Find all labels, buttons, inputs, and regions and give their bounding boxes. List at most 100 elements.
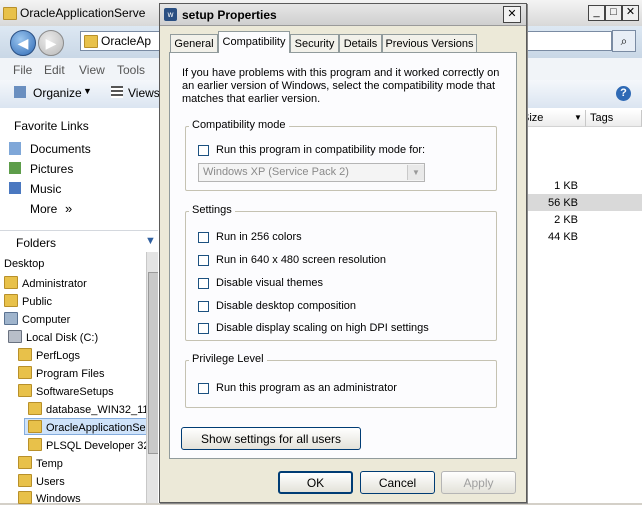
close-icon[interactable]: ✕	[503, 6, 521, 23]
tree-item-users[interactable]: Users	[18, 474, 65, 488]
column-header-tags[interactable]: Tags	[586, 110, 642, 127]
os-version-value: Windows XP (Service Pack 2)	[203, 166, 349, 178]
forward-button[interactable]: ▶	[38, 30, 64, 56]
folder-icon	[18, 366, 32, 379]
properties-dialog: w setup Properties ✕ General Compatibili…	[159, 3, 527, 503]
close-button[interactable]: ✕	[622, 5, 639, 21]
folder-icon	[18, 474, 32, 487]
run-as-admin-label[interactable]: Run this program as an administrator	[216, 382, 397, 394]
disable-desktop-composition-checkbox[interactable]	[198, 301, 209, 312]
tree-item-desktop[interactable]: Desktop	[4, 258, 44, 270]
documents-icon	[9, 142, 21, 155]
folder-icon	[18, 348, 32, 361]
tab-security[interactable]: Security	[290, 34, 339, 52]
favorite-links-header: Favorite Links	[14, 119, 89, 133]
drive-icon	[8, 330, 22, 343]
folder-icon	[3, 7, 17, 20]
compatibility-panel: If you have problems with this program a…	[169, 52, 517, 459]
address-text: OracleAp	[101, 34, 152, 48]
menu-file[interactable]: File	[13, 63, 32, 77]
dialog-title-bar: w setup Properties ✕	[160, 4, 526, 26]
compatibility-mode-label[interactable]: Run this program in compatibility mode f…	[216, 144, 425, 156]
link-documents[interactable]: Documents	[30, 142, 91, 156]
back-button[interactable]: ◀	[10, 30, 36, 56]
tree-item-public[interactable]: Public	[4, 294, 52, 308]
search-icon[interactable]: ⌕	[612, 30, 636, 52]
os-version-select[interactable]: Windows XP (Service Pack 2) ▼	[198, 163, 425, 182]
chevron-down-icon[interactable]: ▼	[145, 235, 156, 247]
settings-title: Settings	[189, 204, 235, 216]
help-icon[interactable]: ?	[616, 86, 631, 101]
explorer-title: OracleApplicationServe	[20, 6, 146, 20]
tree-item-softwaresetups[interactable]: SoftwareSetups	[18, 384, 114, 398]
tab-general[interactable]: General	[170, 34, 218, 52]
run-256-colors-label[interactable]: Run in 256 colors	[216, 231, 302, 243]
cancel-button[interactable]: Cancel	[360, 471, 435, 494]
minimize-button[interactable]: _	[588, 5, 605, 21]
disable-visual-themes-checkbox[interactable]	[198, 278, 209, 289]
file-size: 1 KB	[554, 180, 578, 192]
disable-dpi-scaling-label[interactable]: Disable display scaling on high DPI sett…	[216, 322, 429, 334]
run-640x480-label[interactable]: Run in 640 x 480 screen resolution	[216, 254, 386, 266]
maximize-button[interactable]: □	[605, 5, 622, 21]
views-icon	[111, 86, 123, 98]
search-input[interactable]	[520, 31, 612, 51]
link-more[interactable]: More	[30, 202, 57, 216]
link-pictures[interactable]: Pictures	[30, 162, 73, 176]
menu-tools[interactable]: Tools	[117, 63, 145, 77]
tab-compatibility[interactable]: Compatibility	[218, 31, 290, 53]
link-music[interactable]: Music	[30, 182, 61, 196]
organize-button[interactable]: Organize	[33, 86, 82, 100]
tree-item-perflogs[interactable]: PerfLogs	[18, 348, 80, 362]
compatibility-mode-title: Compatibility mode	[189, 119, 289, 131]
disable-desktop-composition-label[interactable]: Disable desktop composition	[216, 300, 356, 312]
menu-edit[interactable]: Edit	[44, 63, 65, 77]
tree-item-database[interactable]: database_WIN32_11	[28, 402, 149, 416]
tree-item-temp[interactable]: Temp	[18, 456, 63, 470]
show-all-users-button[interactable]: Show settings for all users	[181, 427, 361, 450]
compatibility-mode-checkbox[interactable]	[198, 145, 209, 156]
chevron-down-icon[interactable]: ▼	[574, 113, 582, 122]
music-icon	[9, 182, 21, 194]
file-size: 56 KB	[548, 197, 578, 209]
folder-icon	[18, 384, 32, 397]
setup-app-icon: w	[164, 8, 177, 21]
pane-divider	[0, 230, 158, 231]
tab-details[interactable]: Details	[339, 34, 382, 52]
folder-icon	[28, 438, 42, 451]
address-input[interactable]: OracleAp	[80, 31, 162, 51]
file-size: 2 KB	[554, 214, 578, 226]
tree-item-oracle-application-server[interactable]: OracleApplicationSer	[28, 420, 149, 434]
pictures-icon	[9, 162, 21, 174]
disable-visual-themes-label[interactable]: Disable visual themes	[216, 277, 323, 289]
folder-icon	[28, 402, 42, 415]
compatibility-description: If you have problems with this program a…	[182, 67, 500, 105]
folders-header: Folders	[16, 236, 57, 250]
tree-item-program-files[interactable]: Program Files	[18, 366, 104, 380]
tree-item-administrator[interactable]: Administrator	[4, 276, 87, 290]
tree-item-local-disk[interactable]: Local Disk (C:)	[8, 330, 98, 344]
run-640x480-checkbox[interactable]	[198, 255, 209, 266]
folder-icon	[28, 420, 42, 433]
privilege-level-title: Privilege Level	[189, 353, 267, 365]
user-folder-icon	[4, 276, 18, 289]
tree-item-plsql-developer[interactable]: PLSQL Developer 32b	[28, 438, 156, 452]
file-size: 44 KB	[548, 231, 578, 243]
chevron-down-icon: ▼	[83, 86, 92, 96]
more-arrow-icon: »	[65, 201, 73, 216]
apply-button[interactable]: Apply	[441, 471, 516, 494]
views-button[interactable]: Views	[128, 86, 160, 100]
folder-icon	[84, 35, 98, 48]
run-256-colors-checkbox[interactable]	[198, 232, 209, 243]
disable-dpi-scaling-checkbox[interactable]	[198, 323, 209, 334]
folder-icon	[18, 456, 32, 469]
ok-button[interactable]: OK	[278, 471, 353, 494]
user-folder-icon	[4, 294, 18, 307]
tree-item-computer[interactable]: Computer	[4, 312, 70, 326]
tab-previous-versions[interactable]: Previous Versions	[382, 34, 477, 52]
organize-icon	[14, 86, 26, 98]
run-as-admin-checkbox[interactable]	[198, 383, 209, 394]
menu-view[interactable]: View	[79, 63, 105, 77]
dialog-title: setup Properties	[182, 8, 277, 22]
chevron-down-icon[interactable]: ▼	[407, 165, 424, 180]
